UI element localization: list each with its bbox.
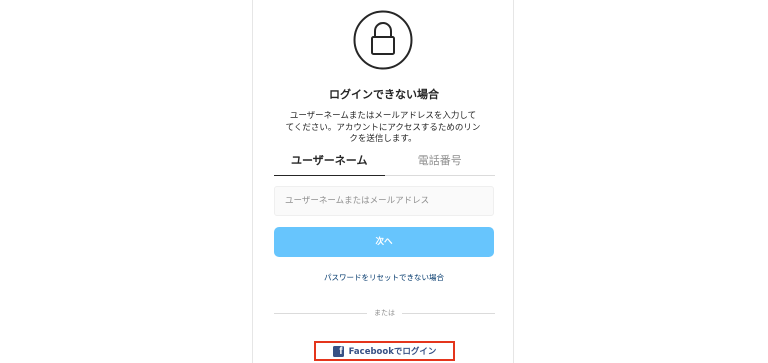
- facebook-icon-glyph: f: [339, 345, 343, 357]
- next-button[interactable]: 次へ: [274, 227, 494, 257]
- left-gutter: [0, 0, 252, 363]
- instructions-text: ユーザーネームまたはメールアドレスを入力して てください。アカウントにアクセスす…: [285, 111, 481, 144]
- lock-icon: [353, 10, 413, 70]
- tab-username[interactable]: ユーザーネーム: [274, 150, 385, 176]
- divider-line-right: [402, 313, 495, 314]
- recovery-method-tabs: ユーザーネーム 電話番号: [274, 150, 495, 176]
- username-or-email-input[interactable]: [274, 186, 494, 216]
- page: ログインできない場合 ユーザーネームまたはメールアドレスを入力して てください。…: [0, 0, 768, 363]
- divider-line-left: [274, 313, 367, 314]
- or-label: または: [374, 309, 395, 317]
- right-blank-area: [515, 0, 768, 363]
- facebook-icon: f: [332, 345, 344, 357]
- page-title: ログインできない場合: [329, 88, 439, 101]
- tab-phone-number[interactable]: 電話番号: [384, 150, 495, 176]
- trouble-logging-in-card: ログインできない場合 ユーザーネームまたはメールアドレスを入力して てください。…: [252, 0, 514, 363]
- cant-reset-password-link[interactable]: パスワードをリセットできない場合: [253, 272, 515, 283]
- or-divider: または: [274, 308, 495, 318]
- facebook-login-label: Facebookでログイン: [348, 347, 437, 357]
- facebook-login-button[interactable]: f Facebookでログイン: [314, 341, 455, 361]
